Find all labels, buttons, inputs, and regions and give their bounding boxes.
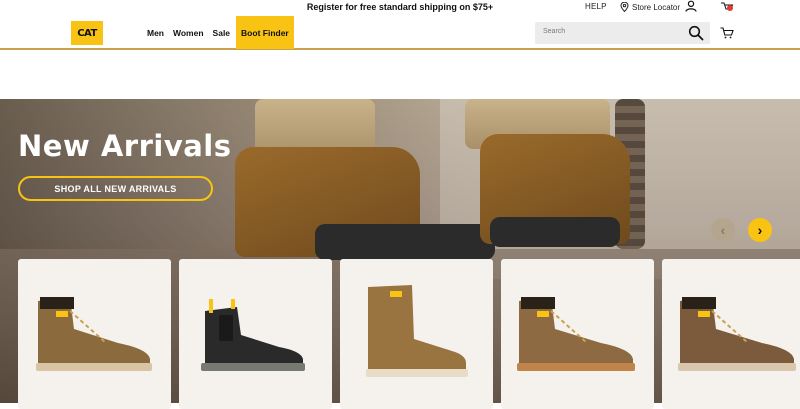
product-card[interactable] [340, 259, 493, 409]
carousel-prev-button[interactable]: ‹ [711, 218, 735, 242]
location-pin-icon [620, 2, 629, 12]
nav-sale[interactable]: Sale [213, 16, 231, 49]
hero-boot-left-sole [315, 224, 495, 260]
product-card[interactable] [18, 259, 171, 409]
product-carousel [18, 259, 800, 409]
search-input[interactable]: Search [543, 28, 565, 35]
store-locator-link[interactable]: Store Locator [620, 2, 680, 12]
shop-new-arrivals-button[interactable]: SHOP ALL NEW ARRIVALS [18, 176, 213, 201]
black-chelsea-boot-image [201, 299, 305, 371]
search-icon[interactable] [688, 25, 704, 41]
nav-men[interactable]: Men [147, 16, 164, 49]
carousel-next-button[interactable]: › [748, 218, 772, 242]
brown-work-boot-image [678, 297, 796, 371]
cat-logo[interactable]: CAT [71, 21, 103, 45]
logo-text: CAT [77, 27, 97, 39]
nav-boot-finder[interactable]: Boot Finder [236, 16, 294, 49]
hero-title: New Arrivals [18, 129, 232, 163]
account-icon[interactable] [685, 0, 697, 12]
site-header: Register for free standard shipping on $… [0, 0, 800, 50]
cart-icon[interactable] [720, 27, 734, 39]
nav-women[interactable]: Women [173, 16, 204, 49]
product-card[interactable] [662, 259, 800, 409]
brown-work-boot-image [36, 297, 152, 371]
help-link[interactable]: HELP [585, 2, 607, 11]
product-card[interactable] [501, 259, 654, 409]
tan-pull-on-boot-image [366, 285, 468, 377]
store-locator-label: Store Locator [632, 2, 681, 12]
notification-icon[interactable] [720, 1, 734, 13]
main-nav: Men Women Sale Boot Finder [147, 16, 303, 49]
brown-work-boot-image [517, 297, 635, 371]
product-card[interactable] [179, 259, 332, 409]
hero-boot-right-sole [490, 217, 620, 247]
search-bar[interactable]: Search [535, 22, 710, 44]
